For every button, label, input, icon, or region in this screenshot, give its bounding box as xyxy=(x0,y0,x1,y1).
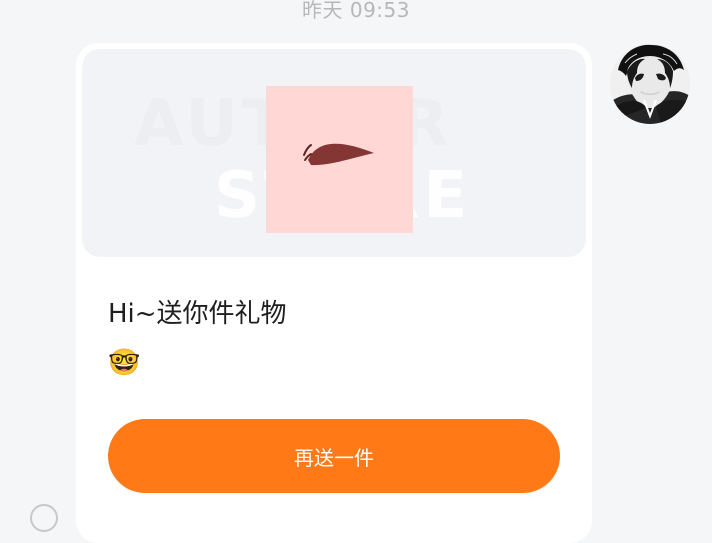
user-avatar[interactable] xyxy=(610,44,690,124)
message-timestamp: 昨天 09:53 xyxy=(302,0,410,22)
gift-card: AUTOAR STORE Hi~送你件礼物 🤓 再送一件 xyxy=(76,43,592,543)
gift-thumbnail xyxy=(266,86,413,233)
avatar-icon xyxy=(610,44,690,124)
nerd-face-emoji: 🤓 xyxy=(108,348,141,378)
circle-outline-icon[interactable] xyxy=(30,504,58,532)
gift-thumbnail-mark xyxy=(303,143,374,166)
gift-greeting: Hi~送你件礼物 xyxy=(108,299,287,329)
gift-card-media: AUTOAR STORE xyxy=(82,49,586,257)
send-again-button[interactable]: 再送一件 xyxy=(108,419,560,493)
